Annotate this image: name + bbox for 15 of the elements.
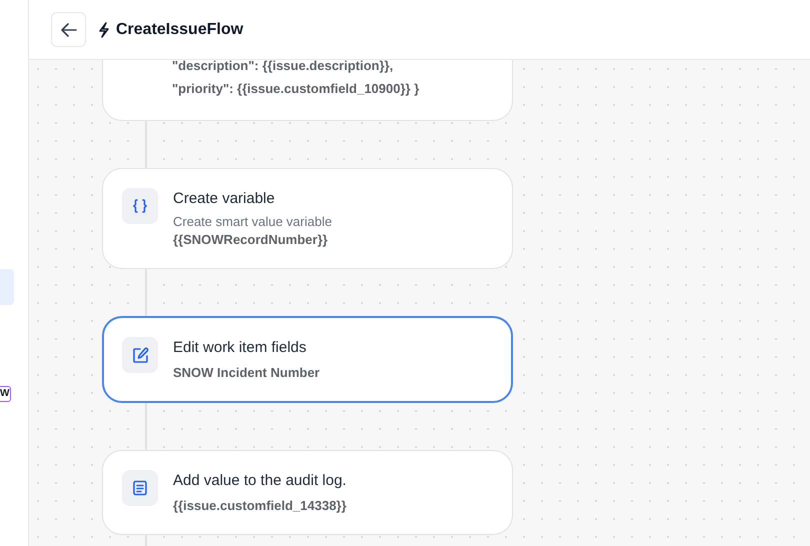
step-title: Add value to the audit log.: [173, 471, 346, 491]
flow-title: CreateIssueFlow: [116, 20, 244, 40]
step-detail: SNOW Incident Number: [173, 364, 320, 382]
step-detail: {{SNOWRecordNumber}}: [173, 231, 329, 249]
step-title: Create variable: [173, 189, 276, 209]
step-title: Edit work item fields: [173, 338, 308, 358]
step-description: Create smart value variable: [173, 213, 332, 231]
code-line: "priority": {{issue.customfield_10900}} }: [172, 80, 420, 98]
step-card[interactable]: Add value to the audit log. {{issue.customfield_14338}}: [102, 450, 513, 535]
code-line: "description": {{issue.description}},: [172, 60, 394, 75]
step-card[interactable]: Edit work item fields SNOW Incident Number: [102, 316, 513, 403]
sidebar-badge: W: [0, 386, 12, 402]
step-card[interactable]: "description": {{issue.description}}, "priority": {{issue.customfield_10900}} }: [102, 60, 513, 121]
step-card[interactable]: Create variable Create smart value variable {{SNOWRecordNumber}}: [102, 168, 513, 269]
step-detail: {{issue.customfield_14338}}: [173, 497, 346, 515]
